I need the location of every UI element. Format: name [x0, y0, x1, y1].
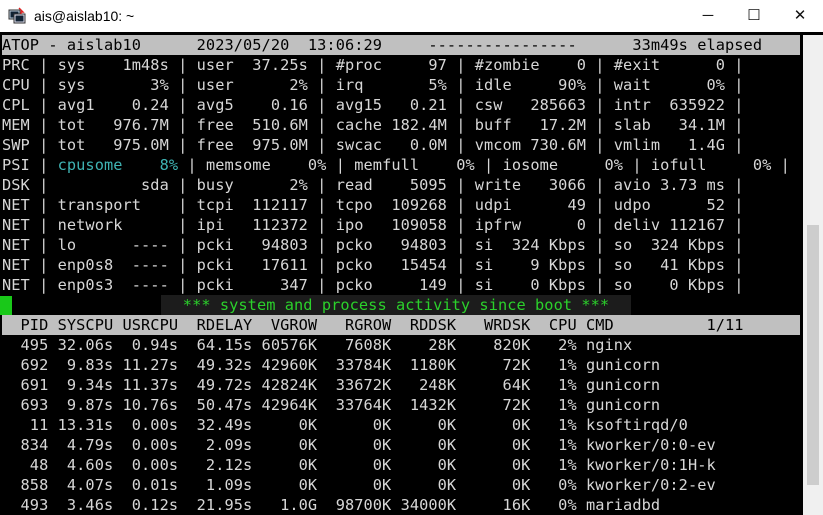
system-line-prc: PRC | sys 1m48s | user 37.25s | #proc 97…: [2, 56, 744, 74]
process-row: 11 13.31s 0.00s 32.49s 0K 0K 0K 0K 1% ks…: [2, 416, 688, 434]
system-line-net-transport: NET | transport | tcpi 112117 | tcpo 109…: [2, 196, 744, 214]
activity-message: *** system and process activity since bo…: [161, 295, 631, 315]
process-row: 493 3.46s 0.12s 21.95s 1.0G 98700K 34000…: [2, 496, 661, 514]
process-row: 48 4.60s 0.00s 2.12s 0K 0K 0K 0K 1% kwor…: [2, 456, 716, 474]
psi-prefix: PSI |: [2, 156, 58, 174]
putty-terminal-icon: [8, 7, 26, 24]
system-line-net-enp0s3: NET | enp0s3 ---- | pcki 347 | pcko 149 …: [2, 276, 744, 294]
system-line-net-lo: NET | lo ---- | pcki 94803 | pcko 94803 …: [2, 236, 744, 254]
system-line-dsk: DSK | sda | busy 2% | read 5095 | write …: [2, 176, 744, 194]
system-line-mem: MEM | tot 976.7M | free 510.6M | cache 1…: [2, 116, 744, 134]
window-titlebar: ais@aislab10: ~ ─ ☐ ✕: [0, 0, 823, 32]
system-line-swp: SWP | tot 975.0M | free 975.0M | swcac 0…: [2, 136, 744, 154]
psi-cpusome-highlight: cpusome 8%: [57, 156, 179, 174]
process-row: 691 9.34s 11.37s 49.72s 42824K 33672K 24…: [2, 376, 661, 394]
terminal-cursor: [0, 296, 12, 315]
close-button[interactable]: ✕: [777, 0, 823, 32]
system-line-psi: PSI | cpusome 8% | memsome 0% | memfull …: [2, 155, 790, 175]
process-row: 834 4.79s 0.00s 2.09s 0K 0K 0K 0K 1% kwo…: [2, 436, 716, 454]
terminal-area[interactable]: ATOP - aislab10 2023/05/20 13:06:29 ----…: [0, 35, 823, 515]
system-line-cpl: CPL | avg1 0.24 | avg5 0.16 | avg15 0.21…: [2, 96, 744, 114]
maximize-button[interactable]: ☐: [731, 0, 777, 32]
process-row: 495 32.06s 0.94s 64.15s 60576K 7608K 28K…: [2, 336, 633, 354]
process-row: 692 9.83s 11.27s 49.32s 42960K 33784K 11…: [2, 356, 661, 374]
system-line-net-enp0s8: NET | enp0s8 ---- | pcki 17611 | pcko 15…: [2, 256, 744, 274]
process-table-header: PID SYSCPU USRCPU RDELAY VGROW RGROW RDD…: [2, 315, 800, 335]
process-row: 693 9.87s 10.76s 50.47s 42964K 33764K 14…: [2, 396, 661, 414]
atop-header-bar: ATOP - aislab10 2023/05/20 13:06:29 ----…: [2, 35, 800, 55]
system-line-cpu: CPU | sys 3% | user 2% | irq 5% | idle 9…: [2, 76, 744, 94]
process-row: 858 4.07s 0.01s 1.09s 0K 0K 0K 0K 0% kwo…: [2, 476, 716, 494]
minimize-button[interactable]: ─: [685, 0, 731, 32]
system-line-net-network: NET | network | ipi 112372 | ipo 109058 …: [2, 216, 744, 234]
psi-suffix: | memsome 0% | memfull 0% | iosome 0% | …: [178, 156, 790, 174]
scrollbar-thumb[interactable]: [807, 225, 819, 485]
vertical-scrollbar[interactable]: [803, 35, 823, 515]
window-title: ais@aislab10: ~: [34, 8, 135, 24]
